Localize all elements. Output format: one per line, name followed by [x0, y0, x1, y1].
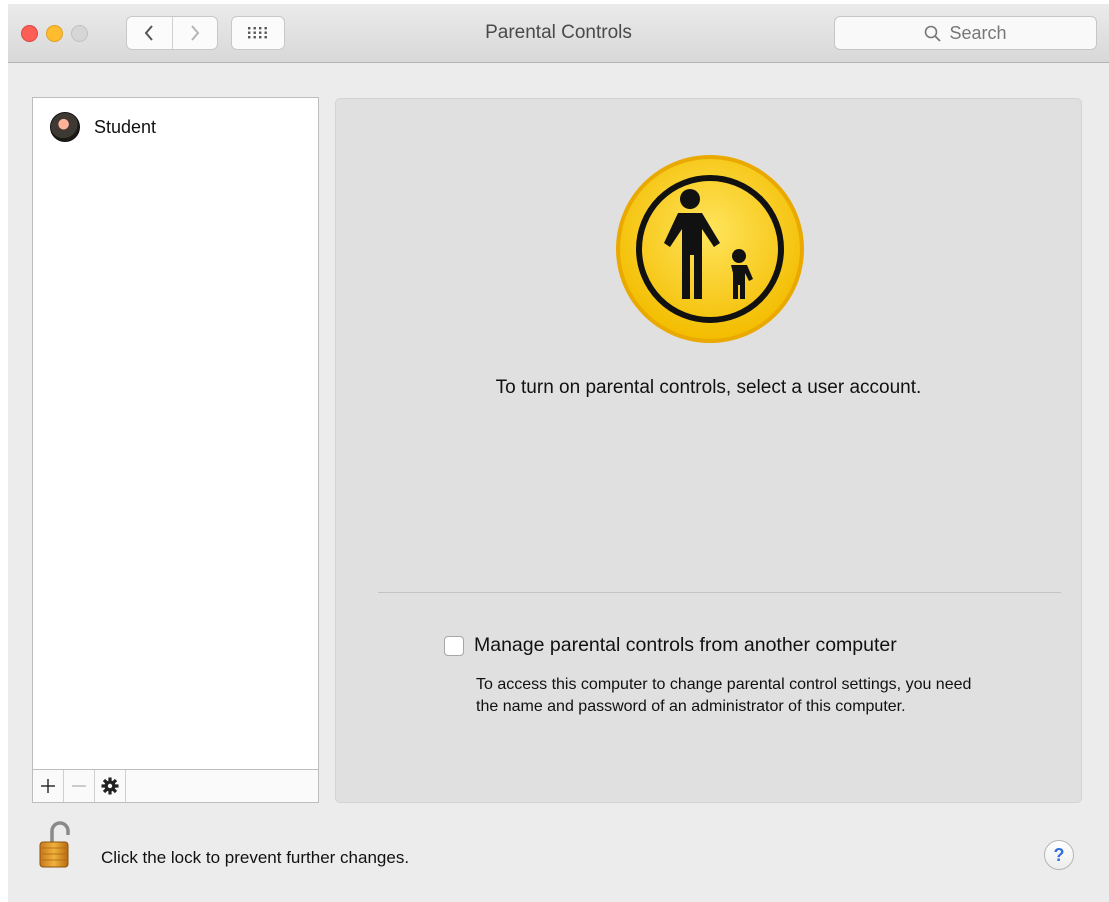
- user-list: Student: [32, 97, 319, 803]
- gear-icon: [101, 777, 119, 795]
- preferences-window: Parental Controls Search Student To turn…: [8, 4, 1109, 902]
- lock-status-text: Click the lock to prevent further change…: [101, 848, 410, 867]
- navigation-buttons: [126, 16, 218, 50]
- help-button[interactable]: ?: [1044, 840, 1074, 870]
- minimize-window-button[interactable]: [46, 25, 63, 42]
- forward-button[interactable]: [171, 17, 218, 49]
- divider: [378, 592, 1061, 593]
- parental-controls-icon: [616, 155, 804, 343]
- search-icon: [925, 25, 942, 42]
- add-user-button[interactable]: [33, 770, 64, 802]
- instruction-text: To turn on parental controls, select a u…: [495, 377, 922, 398]
- search-field[interactable]: Search: [834, 16, 1097, 50]
- detail-pane: To turn on parental controls, select a u…: [335, 98, 1082, 803]
- close-window-button[interactable]: [21, 25, 38, 42]
- chevron-right-icon: [190, 25, 200, 41]
- unlocked-lock-icon[interactable]: [38, 821, 72, 869]
- remote-manage-help-text: To access this computer to change parent…: [476, 676, 972, 715]
- remote-manage-label[interactable]: Manage parental controls from another co…: [474, 634, 897, 657]
- search-placeholder: Search: [949, 22, 1007, 43]
- user-list-toolbar: [33, 769, 318, 802]
- user-avatar: [50, 112, 80, 142]
- action-menu-button[interactable]: [95, 770, 126, 802]
- remote-manage-checkbox[interactable]: [444, 635, 464, 656]
- plus-icon: [41, 779, 55, 793]
- zoom-window-button[interactable]: [71, 25, 88, 42]
- show-all-button[interactable]: [231, 16, 285, 50]
- user-row-student[interactable]: Student: [33, 98, 318, 156]
- remote-manage-option[interactable]: Manage parental controls from another co…: [444, 634, 897, 657]
- back-button[interactable]: [127, 17, 172, 49]
- title-bar: Parental Controls Search: [8, 4, 1109, 63]
- user-name: Student: [94, 116, 157, 137]
- show-all-grid-icon: [248, 27, 267, 39]
- chevron-left-icon: [144, 25, 154, 41]
- remove-user-button[interactable]: [64, 770, 95, 802]
- minus-icon: [72, 785, 86, 787]
